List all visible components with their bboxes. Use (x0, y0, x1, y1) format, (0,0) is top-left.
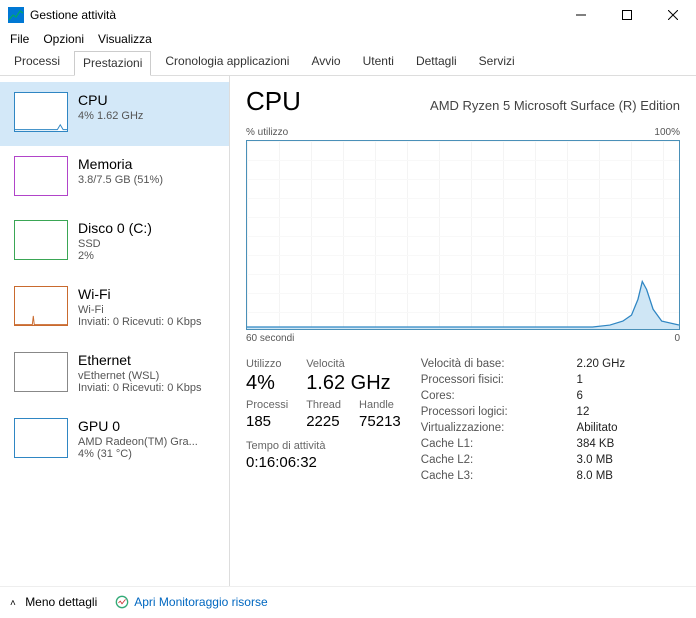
spec-label: Cache L3: (421, 470, 563, 482)
chart-x-right: 0 (674, 333, 680, 344)
footer: ˄ Meno dettagli Apri Monitoraggio risors… (0, 586, 696, 616)
spec-label: Cores: (421, 390, 563, 402)
sidebar-item-label: Disco 0 (C:) (78, 220, 152, 236)
wifi-thumb (14, 286, 68, 326)
window-controls (558, 0, 696, 30)
tab-processes[interactable]: Processi (6, 50, 68, 75)
spec-label: Virtualizzazione: (421, 422, 563, 434)
stat-value: 2225 (306, 413, 341, 430)
main-header: CPU AMD Ryzen 5 Microsoft Surface (R) Ed… (246, 86, 680, 117)
cpu-model: AMD Ryzen 5 Microsoft Surface (R) Editio… (430, 98, 680, 113)
sidebar: CPU 4% 1.62 GHz Memoria 3.8/7.5 GB (51%)… (0, 76, 230, 586)
stat-value: 75213 (359, 413, 401, 430)
close-button[interactable] (650, 0, 696, 30)
app-icon (8, 7, 24, 23)
spec-label: Processori fisici: (421, 374, 563, 386)
chart-x-left: 60 secondi (246, 333, 294, 344)
window-title: Gestione attività (30, 8, 558, 22)
resource-monitor-icon (115, 595, 129, 609)
chart-y-top-label: % utilizzo (246, 127, 288, 138)
tabs: Processi Prestazioni Cronologia applicaz… (0, 50, 696, 76)
cpu-thumb (14, 92, 68, 132)
sidebar-item-sub: 3.8/7.5 GB (51%) (78, 174, 163, 186)
sidebar-item-label: CPU (78, 92, 143, 108)
chart-area: % utilizzo 100% 60 secondi 0 (246, 127, 680, 344)
spec-value: 2.20 GHz (577, 358, 680, 370)
spec-label: Cache L2: (421, 454, 563, 466)
gpu-thumb (14, 418, 68, 458)
cpu-chart[interactable] (246, 140, 680, 330)
stat-value: 0:16:06:32 (246, 454, 401, 471)
sidebar-item-wifi[interactable]: Wi-Fi Wi-Fi Inviati: 0 Ricevuti: 0 Kbps (0, 276, 229, 342)
stat-value: 185 (246, 413, 288, 430)
spec-value: 6 (577, 390, 680, 402)
spec-value: 12 (577, 406, 680, 418)
stat-label: Velocità (306, 358, 401, 370)
chart-y-max: 100% (654, 127, 680, 138)
spec-label: Cache L1: (421, 438, 563, 450)
stat-label: Processi (246, 399, 288, 411)
sidebar-item-gpu[interactable]: GPU 0 AMD Radeon(TM) Gra... 4% (31 °C) (0, 408, 229, 474)
stats: Utilizzo 4% Velocità 1.62 GHz Processi 1… (246, 358, 680, 482)
menubar: File Opzioni Visualizza (0, 30, 696, 50)
chevron-up-icon: ˄ (10, 598, 16, 609)
stats-left: Utilizzo 4% Velocità 1.62 GHz Processi 1… (246, 358, 401, 482)
spec-value: 8.0 MB (577, 470, 680, 482)
sidebar-item-sub: vEthernet (WSL) Inviati: 0 Ricevuti: 0 K… (78, 370, 202, 394)
sidebar-item-label: Memoria (78, 156, 163, 172)
memory-thumb (14, 156, 68, 196)
tab-details[interactable]: Dettagli (408, 50, 465, 75)
tab-performance[interactable]: Prestazioni (74, 51, 151, 76)
ethernet-thumb (14, 352, 68, 392)
tab-startup[interactable]: Avvio (303, 50, 348, 75)
spec-value: 3.0 MB (577, 454, 680, 466)
stat-value: 1.62 GHz (306, 372, 401, 395)
spec-value: 384 KB (577, 438, 680, 450)
sidebar-item-memory[interactable]: Memoria 3.8/7.5 GB (51%) (0, 146, 229, 210)
stats-right: Velocità di base: 2.20 GHz Processori fis… (421, 358, 680, 482)
stat-label: Handle (359, 399, 401, 411)
sidebar-item-sub: AMD Radeon(TM) Gra... 4% (31 °C) (78, 436, 198, 460)
maximize-button[interactable] (604, 0, 650, 30)
spec-label: Velocità di base: (421, 358, 563, 370)
sidebar-item-label: Wi-Fi (78, 286, 202, 302)
sidebar-item-label: GPU 0 (78, 418, 198, 434)
stat-label: Tempo di attività (246, 440, 401, 452)
titlebar: Gestione attività (0, 0, 696, 30)
spec-value: Abilitato (577, 422, 680, 434)
tab-users[interactable]: Utenti (355, 50, 402, 75)
fewer-details-toggle[interactable]: ˄ Meno dettagli (10, 595, 97, 609)
spec-label: Processori logici: (421, 406, 563, 418)
main-panel: CPU AMD Ryzen 5 Microsoft Surface (R) Ed… (230, 76, 696, 586)
stat-label: Utilizzo (246, 358, 288, 370)
sidebar-item-sub: 4% 1.62 GHz (78, 110, 143, 122)
sidebar-item-label: Ethernet (78, 352, 202, 368)
tab-services[interactable]: Servizi (471, 50, 523, 75)
sidebar-item-cpu[interactable]: CPU 4% 1.62 GHz (0, 82, 229, 146)
sidebar-item-sub: SSD 2% (78, 238, 152, 262)
sidebar-item-disk[interactable]: Disco 0 (C:) SSD 2% (0, 210, 229, 276)
page-title: CPU (246, 86, 301, 117)
content: CPU 4% 1.62 GHz Memoria 3.8/7.5 GB (51%)… (0, 76, 696, 586)
menu-options[interactable]: Opzioni (43, 32, 84, 46)
sidebar-item-sub: Wi-Fi Inviati: 0 Ricevuti: 0 Kbps (78, 304, 202, 328)
stat-label: Thread (306, 399, 341, 411)
open-resource-monitor-link[interactable]: Apri Monitoraggio risorse (115, 595, 267, 609)
disk-thumb (14, 220, 68, 260)
tab-app-history[interactable]: Cronologia applicazioni (157, 50, 297, 75)
menu-file[interactable]: File (10, 32, 29, 46)
minimize-button[interactable] (558, 0, 604, 30)
sidebar-item-ethernet[interactable]: Ethernet vEthernet (WSL) Inviati: 0 Rice… (0, 342, 229, 408)
menu-view[interactable]: Visualizza (98, 32, 152, 46)
spec-value: 1 (577, 374, 680, 386)
stat-value: 4% (246, 372, 288, 395)
